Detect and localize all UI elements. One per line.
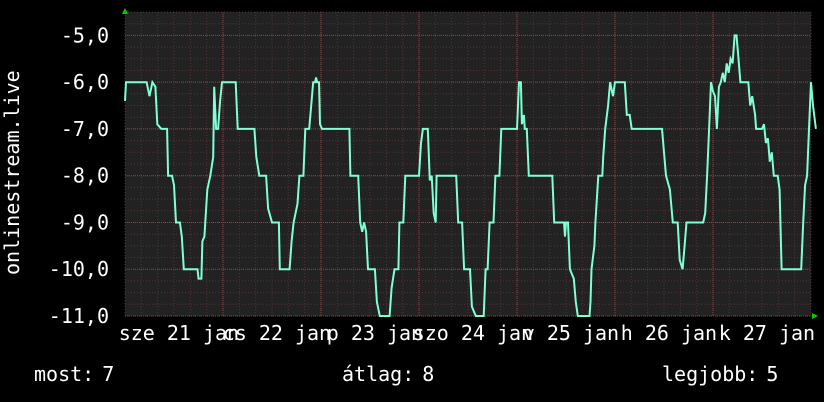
stat-average-value: 8	[422, 362, 435, 386]
y-tick-label: -6,0	[61, 70, 109, 94]
y-tick-label: -5,0	[61, 23, 109, 47]
stat-current-value: 7	[102, 362, 115, 386]
x-tick-label: v 25 jan	[523, 321, 619, 345]
stat-average-label: átlag:	[342, 362, 415, 386]
x-tick-label: szo 24 jan	[413, 321, 533, 345]
x-tick-label: cs 22 jan	[223, 321, 331, 345]
y-tick-label: -9,0	[61, 210, 109, 234]
x-tick-labels: sze 21 jancs 22 janp 23 janszo 24 janv 2…	[119, 321, 815, 345]
stat-best: legjobb: 5	[662, 362, 778, 386]
chart: -5,0 -6,0 -7,0 -8,0 -9,0 -10,0 -11,0 sze 21 ja…	[0, 0, 824, 402]
stat-current-label: most:	[34, 362, 95, 386]
stat-current: most: 7	[34, 362, 114, 386]
stat-best-value: 5	[766, 362, 779, 386]
x-tick-label: sze 21 jan	[119, 321, 239, 345]
y-tick-label: -8,0	[61, 164, 109, 188]
stat-best-label: legjobb:	[662, 362, 759, 386]
y-axis-label: onlinestream.live	[0, 70, 24, 275]
y-tick-label: -7,0	[61, 117, 109, 141]
y-tick-label: -10,0	[49, 257, 109, 281]
x-tick-label: k 27 jan	[719, 321, 815, 345]
stat-average: átlag: 8	[342, 362, 434, 386]
x-tick-label: p 23 jan	[327, 321, 423, 345]
y-tick-label: -11,0	[49, 304, 109, 328]
x-tick-label: h 26 jan	[621, 321, 717, 345]
